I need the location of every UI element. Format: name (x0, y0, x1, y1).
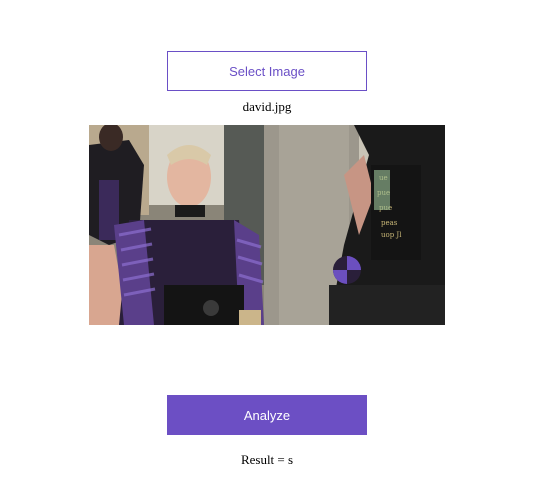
result-text: Result = s (240, 452, 294, 467)
page: Select Image david.jpg peas uop Jl Analy… (0, 0, 534, 480)
analyze-button[interactable]: Analyze (167, 395, 367, 435)
svg-text:uop Jl: uop Jl (381, 231, 402, 239)
selected-filename: david.jpg (242, 99, 292, 114)
preview-image: ue pue pue peas uop Jl (89, 125, 445, 325)
svg-text:peas: peas (381, 219, 398, 227)
select-image-button[interactable]: Select Image (167, 51, 367, 91)
